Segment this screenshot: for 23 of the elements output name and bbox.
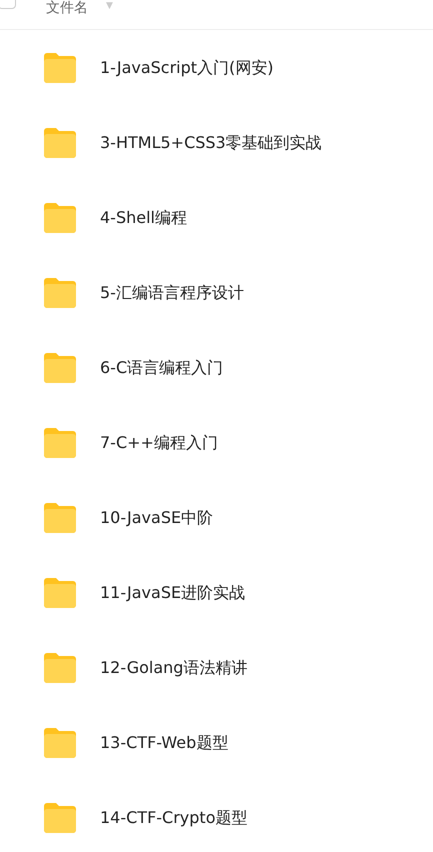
folder-icon <box>42 576 78 608</box>
column-header[interactable]: 文件名 <box>46 0 88 16</box>
folder-name[interactable]: 13-CTF-Web题型 <box>100 730 228 754</box>
folder-icon <box>42 652 78 684</box>
folder-name[interactable]: 5-汇编语言程序设计 <box>100 280 244 304</box>
folder-icon <box>42 502 78 534</box>
folder-name[interactable]: 6-C语言编程入门 <box>100 356 224 380</box>
folder-icon <box>42 52 78 84</box>
folder-name[interactable]: 4-Shell编程 <box>100 206 187 230</box>
folder-name[interactable]: 7-C++编程入门 <box>100 430 218 454</box>
folder-icon <box>42 426 78 458</box>
folder-name[interactable]: 12-Golang语法精讲 <box>100 656 248 680</box>
folder-name[interactable]: 1-JavaScript入门(网安) <box>100 56 274 80</box>
folder-icon <box>42 802 78 834</box>
folder-icon <box>42 352 78 384</box>
folder-icon <box>42 202 78 234</box>
folder-name[interactable]: 3-HTML5+CSS3零基础到实战 <box>100 130 322 154</box>
folder-name[interactable]: 10-JavaSE中阶 <box>100 506 214 530</box>
folder-name[interactable]: 11-JavaSE进阶实战 <box>100 580 246 604</box>
folder-icon <box>42 126 78 158</box>
folder-icon <box>42 276 78 308</box>
folder-icon <box>42 726 78 758</box>
folder-name[interactable]: 14-CTF-Crypto题型 <box>100 806 248 830</box>
